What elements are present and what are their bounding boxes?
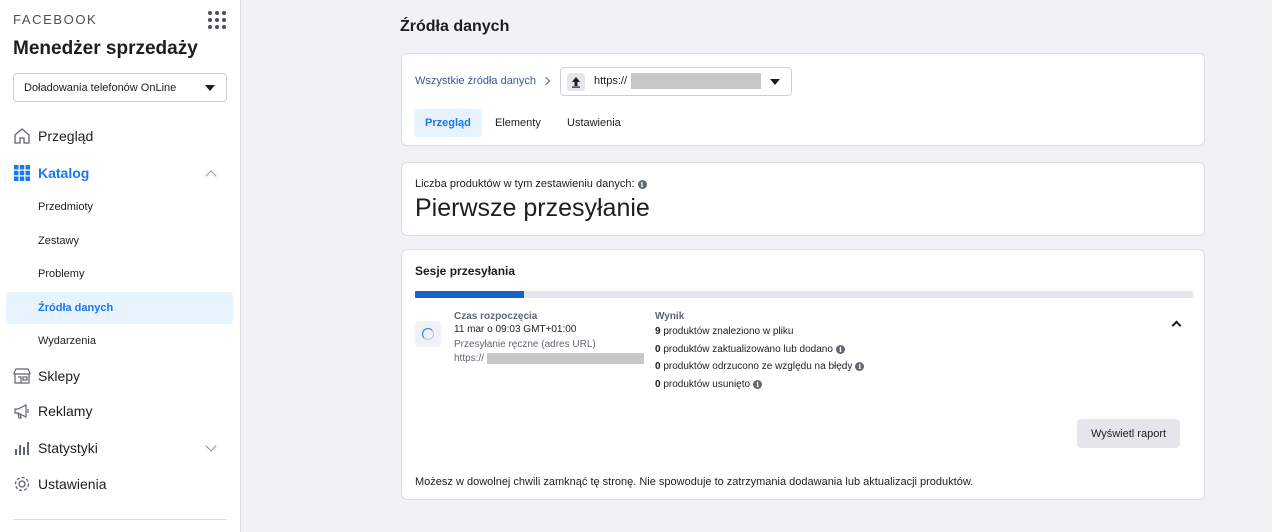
nav-item-label: Katalog	[38, 165, 90, 181]
sidebar-subitem-problems[interactable]: Problemy	[6, 258, 233, 290]
nav-item-label: Przegląd	[38, 128, 94, 144]
home-icon	[14, 128, 30, 144]
tab-elements[interactable]: Elementy	[484, 109, 552, 137]
view-report-button[interactable]: Wyświetl raport	[1077, 419, 1180, 448]
sidebar: FACEBOOK Menedżer sprzedaży Doładowania …	[0, 0, 241, 532]
sidebar-subitem-data-sources[interactable]: Źródła danych	[6, 292, 233, 324]
chevron-right-icon	[541, 76, 551, 86]
upload-progress-fill	[415, 291, 524, 298]
chevron-up-icon[interactable]	[1171, 320, 1182, 331]
sessions-title: Sesje przesyłania	[415, 264, 516, 278]
data-source-header-card: Wszystkie źródła danych https:// Przeglą…	[401, 53, 1205, 146]
info-icon[interactable]: i	[835, 344, 845, 354]
sidebar-subitem-events[interactable]: Wydarzenia	[6, 325, 233, 357]
gear-icon	[14, 476, 30, 492]
upload-sessions-card: Sesje przesyłania Czas rozpoczęcia 11 ma…	[401, 249, 1205, 500]
info-icon[interactable]: i	[855, 361, 865, 371]
catalog-selector[interactable]: Doładowania telefonów OnLine	[13, 73, 227, 102]
sidebar-subitem-items[interactable]: Przedmioty	[6, 191, 233, 223]
page-title: Źródła danych	[400, 18, 510, 35]
facebook-brand: FACEBOOK	[13, 12, 98, 27]
nav-item-catalog[interactable]: Katalog	[0, 156, 240, 190]
footer-note: Możesz w dowolnej chwili zamknąć tę stro…	[415, 476, 974, 488]
nav-item-label: Sklepy	[38, 368, 81, 384]
tab-settings[interactable]: Ustawienia	[556, 109, 632, 137]
nav-item-label: Ustawienia	[38, 476, 107, 492]
caret-down-icon	[205, 85, 215, 91]
shop-icon	[13, 368, 31, 384]
data-source-selector[interactable]: https://	[560, 67, 792, 96]
result-rejected: 0 produktów odrzucono ze względu na błęd…	[655, 361, 865, 372]
sidebar-subitem-sets[interactable]: Zestawy	[6, 225, 233, 257]
catalog-selector-value: Doładowania telefonów OnLine	[24, 82, 177, 94]
tab-overview[interactable]: Przegląd	[414, 109, 482, 137]
apps-grid-icon[interactable]	[208, 11, 226, 29]
redacted-url	[631, 73, 761, 89]
upload-icon	[567, 73, 585, 91]
chevron-down-icon	[205, 440, 217, 452]
result-deleted: 0 produktów usunięto i	[655, 379, 763, 390]
upload-progress-bar	[415, 291, 1193, 298]
nav-item-label: Reklamy	[38, 403, 93, 419]
info-icon[interactable]: i	[753, 379, 763, 389]
nav-item-shops[interactable]: Sklepy	[0, 359, 240, 393]
nav-item-overview[interactable]: Przegląd	[0, 119, 240, 153]
redacted-url	[487, 353, 644, 364]
result-label: Wynik	[655, 311, 685, 322]
data-source-url: https://	[594, 75, 628, 87]
result-found: 9 produktów znaleziono w pliku	[655, 326, 794, 337]
start-time-value: 11 mar o 09:03 GMT+01:00	[454, 324, 577, 335]
breadcrumb-all-sources[interactable]: Wszystkie źródła danych	[415, 75, 536, 87]
grid-icon	[14, 165, 30, 181]
app-title: Menedżer sprzedaży	[13, 38, 198, 59]
upload-method: Przesyłanie ręczne (adres URL)	[454, 339, 596, 350]
nav-item-label: Statystyki	[38, 440, 98, 456]
product-count-card: Liczba produktów w tym zestawieniu danyc…	[401, 162, 1205, 236]
megaphone-icon	[14, 404, 29, 419]
caret-down-icon	[770, 79, 780, 85]
start-time-label: Czas rozpoczęcia	[454, 311, 538, 322]
nav-item-stats[interactable]: Statystyki	[0, 431, 240, 465]
loading-spinner-icon	[415, 321, 441, 347]
product-count-value: Pierwsze przesyłanie	[415, 194, 650, 222]
nav-item-ads[interactable]: Reklamy	[0, 394, 240, 428]
sidebar-divider	[13, 519, 227, 520]
product-count-label: Liczba produktów w tym zestawieniu danyc…	[415, 178, 647, 190]
nav-item-settings[interactable]: Ustawienia	[0, 467, 240, 501]
info-icon[interactable]: i	[637, 179, 647, 189]
bar-chart-icon	[15, 442, 29, 455]
result-updated: 0 produktów zaktualizowano lub dodano i	[655, 344, 845, 355]
upload-url: https://	[454, 353, 485, 364]
chevron-up-icon	[205, 170, 217, 182]
